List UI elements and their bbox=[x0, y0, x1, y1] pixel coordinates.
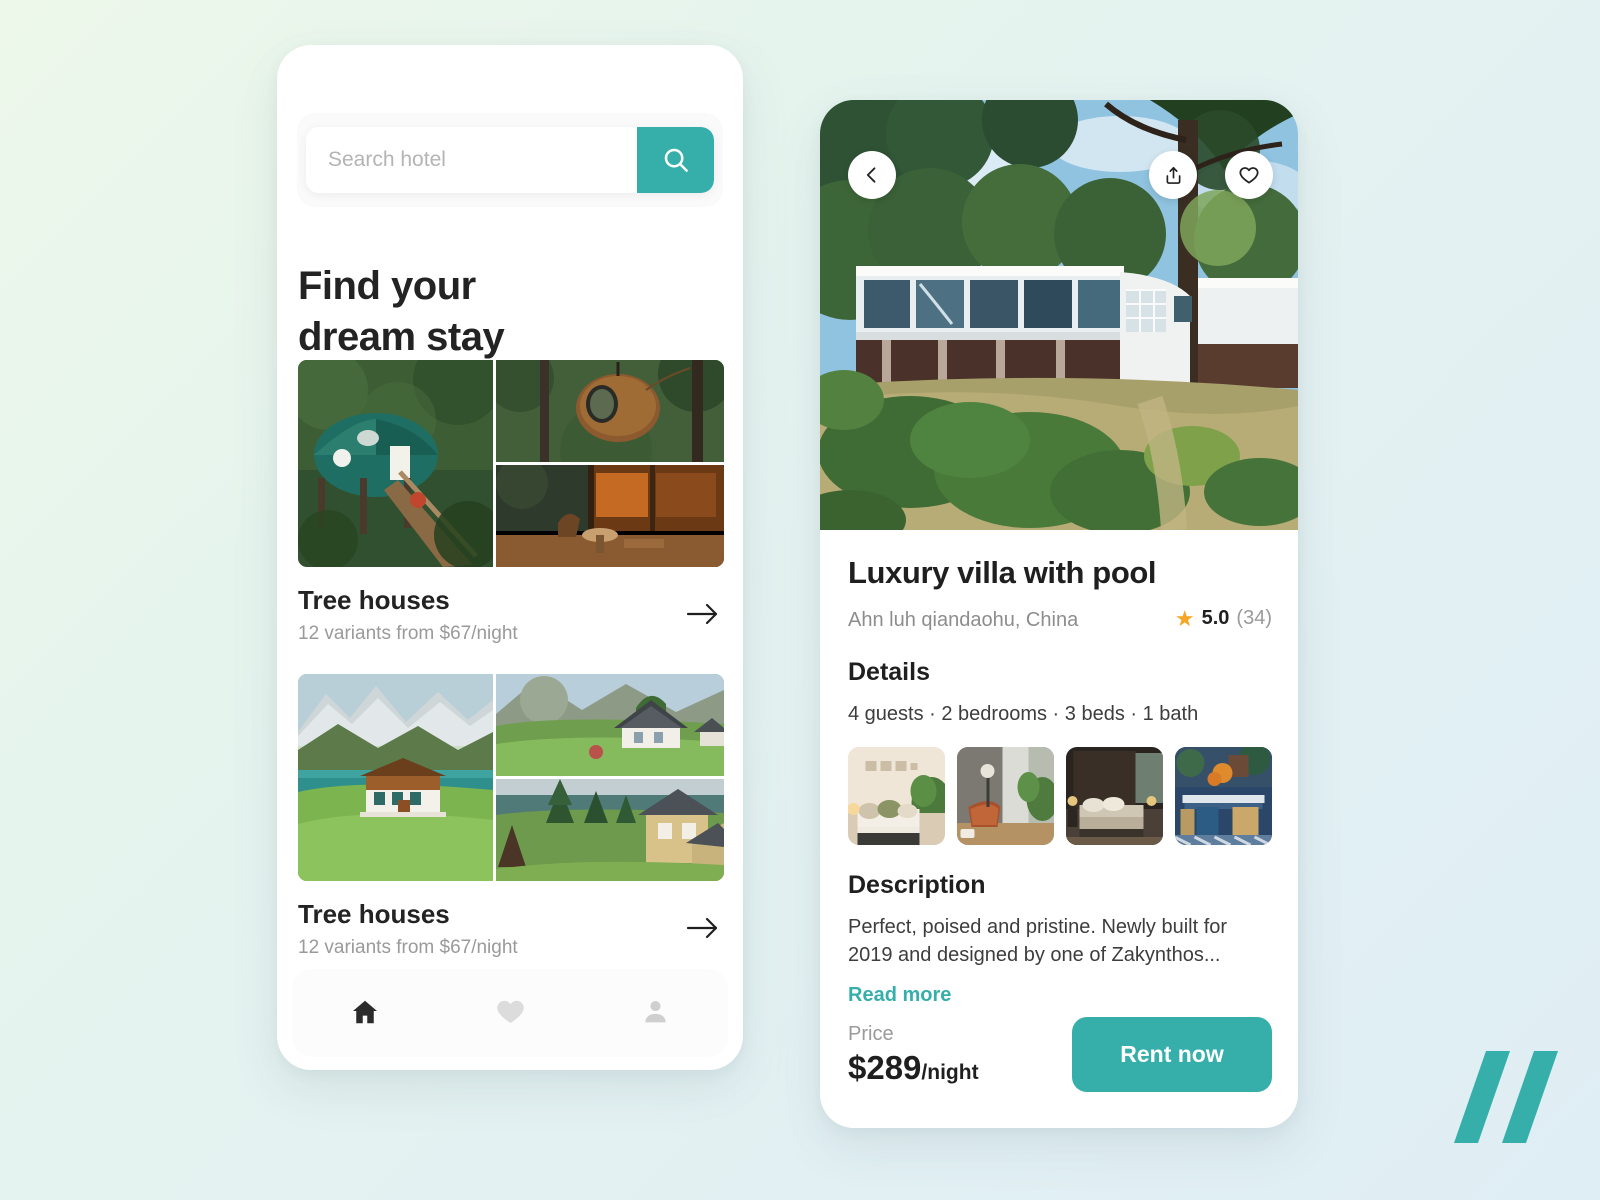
person-icon bbox=[645, 1000, 666, 1023]
home-icon bbox=[352, 1000, 377, 1023]
category-image-2 bbox=[496, 465, 724, 567]
arrow-right-icon bbox=[686, 917, 718, 938]
rating-count: (34) bbox=[1236, 607, 1272, 629]
price-block: Price $289/night bbox=[848, 1023, 979, 1087]
price-unit: /night bbox=[921, 1060, 979, 1084]
rating: ★ 5.0 (34) bbox=[1175, 607, 1272, 630]
villa-location: Ahn luh qiandaohu, China bbox=[848, 608, 1079, 631]
arrow-right-icon bbox=[686, 603, 718, 624]
tab-home[interactable] bbox=[326, 987, 404, 1040]
category-arrow-button[interactable] bbox=[682, 601, 724, 630]
category-caption-row: Tree houses 12 variants from $67/night bbox=[298, 899, 724, 959]
chevron-left-icon bbox=[866, 167, 876, 183]
double-slash-logo bbox=[1454, 1047, 1558, 1152]
category-arrow-button[interactable] bbox=[682, 915, 724, 944]
price-footer: Price $289/night Rent now bbox=[848, 1017, 1272, 1092]
room-thumbnail-2[interactable] bbox=[1066, 746, 1163, 845]
share-icon bbox=[1166, 166, 1180, 184]
villa-title: Luxury villa with pool bbox=[848, 555, 1157, 590]
room-thumbnail-0[interactable] bbox=[848, 746, 945, 845]
category-title: Tree houses bbox=[298, 899, 450, 929]
back-button[interactable] bbox=[848, 151, 896, 199]
search-container bbox=[297, 113, 723, 207]
category-caption-row: Tree houses 12 variants from $67/night bbox=[298, 585, 724, 645]
rent-now-button[interactable]: Rent now bbox=[1072, 1017, 1272, 1092]
search-bar[interactable] bbox=[306, 127, 714, 193]
phone-left-search-screen: Find yourdream stay bbox=[277, 45, 743, 1070]
price-label: Price bbox=[848, 1022, 894, 1045]
page-title: Find your dream stay bbox=[298, 264, 505, 360]
room-thumbnail-1[interactable] bbox=[957, 746, 1054, 845]
share-button[interactable] bbox=[1149, 151, 1197, 199]
star-icon: ★ bbox=[1174, 605, 1195, 631]
room-thumbnail-3[interactable] bbox=[1175, 746, 1272, 845]
heart-icon bbox=[497, 1000, 524, 1024]
description-heading: Description bbox=[848, 870, 986, 899]
category-image-0 bbox=[298, 674, 493, 881]
search-icon bbox=[664, 148, 688, 172]
category-subtitle: 12 variants from $67/night bbox=[298, 623, 518, 644]
room-thumbnail-strip bbox=[848, 746, 1272, 845]
category-card-1[interactable]: Tree houses 12 variants from $67/night bbox=[298, 674, 724, 959]
price-amount: $289 bbox=[848, 1048, 922, 1086]
read-more-link[interactable]: Read more bbox=[848, 984, 951, 1007]
price-value: $289/night bbox=[848, 1049, 979, 1087]
search-button[interactable] bbox=[637, 127, 714, 193]
category-image-2 bbox=[496, 779, 724, 881]
search-input[interactable] bbox=[306, 127, 637, 193]
rating-value: 5.0 bbox=[1201, 607, 1230, 629]
category-card-0[interactable]: Tree houses 12 variants from $67/night bbox=[298, 360, 724, 645]
favorite-button[interactable] bbox=[1225, 151, 1273, 199]
description-body: Perfect, poised and pristine. Newly buil… bbox=[848, 915, 1228, 967]
category-image-grid bbox=[298, 674, 724, 881]
double-slash-logo-icon bbox=[1454, 1051, 1558, 1143]
location-rating-row: Ahn luh qiandaohu, China ★ 5.0 (34) bbox=[848, 607, 1272, 632]
phone-right-detail-screen: Luxury villa with pool Ahn luh qiandaohu… bbox=[820, 100, 1298, 1128]
details-heading: Details bbox=[848, 657, 930, 686]
tab-profile[interactable] bbox=[617, 987, 694, 1039]
category-image-1 bbox=[496, 674, 724, 776]
heart-outline-icon bbox=[1239, 167, 1259, 184]
details-summary: 4 guests · 2 bedrooms · 3 beds · 1 bath bbox=[848, 702, 1199, 725]
category-title: Tree houses bbox=[298, 585, 450, 615]
category-image-grid bbox=[298, 360, 724, 567]
detail-panel: Luxury villa with pool Ahn luh qiandaohu… bbox=[848, 555, 1272, 1007]
category-image-1 bbox=[496, 360, 724, 462]
category-image-0 bbox=[298, 360, 493, 567]
category-subtitle: 12 variants from $67/night bbox=[298, 937, 518, 958]
tab-favorites[interactable] bbox=[471, 986, 550, 1040]
bottom-tab-bar bbox=[292, 969, 728, 1057]
